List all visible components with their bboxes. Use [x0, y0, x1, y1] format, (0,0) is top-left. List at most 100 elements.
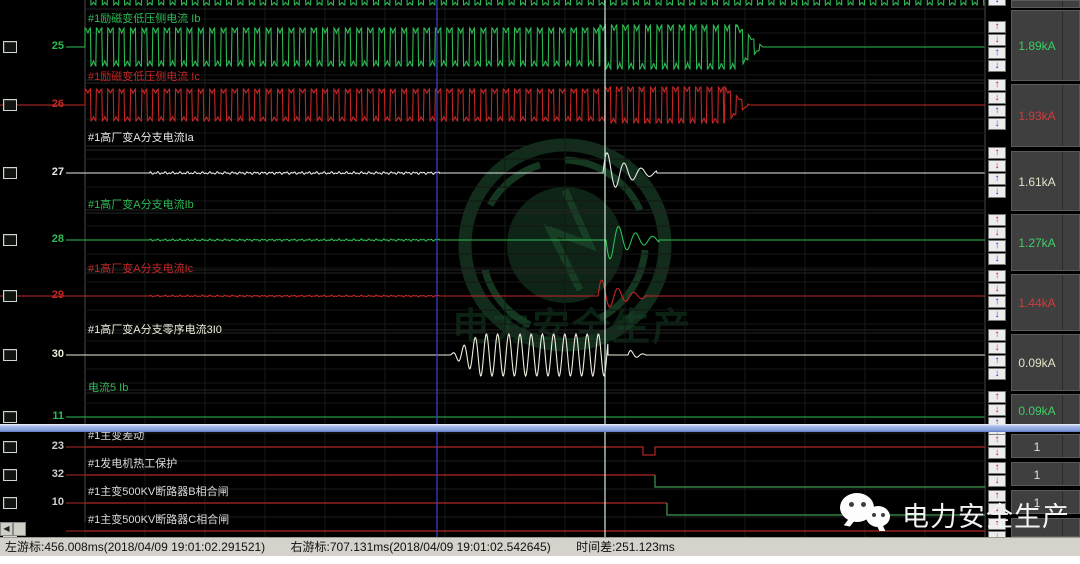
- amp-up-button[interactable]: ↑: [988, 214, 1006, 226]
- channel-value-row-top-partial: [1011, 0, 1080, 8]
- channel-number-32: 32: [26, 468, 64, 480]
- amp-up-button[interactable]: ↑: [988, 21, 1006, 33]
- amp-up-button[interactable]: ↑: [988, 79, 1006, 91]
- move-down-button[interactable]: ↓: [988, 60, 1006, 72]
- scroll-left-button[interactable]: ◀: [0, 522, 13, 536]
- channel-buttons-top-partial: ↓: [988, 0, 1008, 8]
- channel-value-32: 1: [1012, 463, 1062, 485]
- trace-ch26: [0, 87, 985, 123]
- channel-number-30: 30: [26, 348, 64, 360]
- channel-value-25: 1.89kA: [1012, 11, 1062, 80]
- channel-value-row-25: 1.89kA: [1011, 10, 1080, 81]
- move-up-button[interactable]: ↑: [988, 173, 1006, 185]
- amp-down-button[interactable]: ↓: [988, 160, 1006, 172]
- channel-value-11: 0.09kA: [1012, 395, 1062, 426]
- channel-checkbox-32[interactable]: [3, 469, 17, 481]
- channel-value-row-last: [1011, 518, 1080, 537]
- trace-partial-top: [85, 0, 984, 5]
- channel-checkbox-28[interactable]: [3, 234, 17, 246]
- channel-value-30: 0.09kA: [1012, 335, 1062, 390]
- amp-down-button[interactable]: ↓: [988, 34, 1006, 46]
- channel-buttons-27: ↑↓↑↓: [988, 147, 1008, 200]
- trace-ch25: [66, 25, 984, 69]
- channel-buttons-32: ↑↓: [988, 462, 1008, 489]
- amp-up-button[interactable]: ↑: [988, 147, 1006, 159]
- channel-checkbox-23[interactable]: [3, 441, 17, 453]
- channel-value-row-27: 1.61kA: [1011, 151, 1080, 211]
- amp-down-button[interactable]: ↓: [988, 342, 1006, 354]
- amp-down-button[interactable]: ↓: [988, 92, 1006, 104]
- waveform-plot-area: 电力安全生产 25#1励磁变低压侧电流 Ib↑↓↑↓1.89kA26#1励磁变低…: [0, 0, 1080, 537]
- channel-number-23: 23: [26, 440, 64, 452]
- channel-number-10: 10: [26, 496, 64, 508]
- channel-buttons-30: ↑↓↑↓: [988, 329, 1008, 382]
- channel-checkbox-11[interactable]: [3, 411, 17, 423]
- channel-checkbox-29[interactable]: [3, 290, 17, 302]
- move-up-button[interactable]: ↑: [988, 47, 1006, 59]
- bottom-margin: [0, 556, 1080, 564]
- channel-label-digital-3: #1主变500KV断路器C相合闸: [88, 511, 229, 527]
- channel-label-26: #1励磁变低压侧电流 Ic: [88, 68, 200, 84]
- status-bar: 左游标:456.008ms(2018/04/09 19:01:02.291521…: [0, 537, 1080, 556]
- trace-ch29: [0, 280, 985, 307]
- channel-value-23: 1: [1012, 435, 1062, 457]
- move-down-button[interactable]: ↓: [988, 118, 1006, 130]
- analog-digital-divider: [0, 424, 1080, 432]
- channel-label-27: #1高厂变A分支电流Ia: [88, 129, 194, 145]
- channel-checkbox-10[interactable]: [3, 497, 17, 509]
- amp-down-button[interactable]: ↓: [988, 283, 1006, 295]
- channel-label-digital-2: #1主变500KV断路器B相合闸: [88, 483, 229, 499]
- channel-number-26: 26: [26, 98, 64, 110]
- channel-checkbox-25[interactable]: [3, 41, 17, 53]
- channel-label-30: #1高厂变A分支零序电流3I0: [88, 321, 222, 337]
- channel-label-28: #1高厂变A分支电流Ib: [88, 196, 194, 212]
- channel-value-27: 1.61kA: [1012, 152, 1062, 210]
- channel-buttons-28: ↑↓↑↓: [988, 214, 1008, 267]
- amp-up-button[interactable]: ↑: [988, 391, 1006, 403]
- channel-value-last: [1012, 519, 1062, 536]
- channel-checkbox-30[interactable]: [3, 349, 17, 361]
- fault-recorder-window: 电力安全生产 25#1励磁变低压侧电流 Ib↑↓↑↓1.89kA26#1励磁变低…: [0, 0, 1080, 564]
- move-up-button[interactable]: ↑: [988, 296, 1006, 308]
- move-down-button[interactable]: ↓: [988, 368, 1006, 380]
- move-down-button[interactable]: ↓: [988, 253, 1006, 265]
- amp-up-button[interactable]: ↑: [988, 490, 1006, 502]
- channel-checkbox-26[interactable]: [3, 99, 17, 111]
- trace-digital-10: [667, 503, 985, 515]
- channel-number-28: 28: [26, 233, 64, 245]
- amp-down-button[interactable]: ↓: [988, 503, 1006, 515]
- trace-ch30: [66, 334, 985, 376]
- channel-value-row-26: 1.93kA: [1011, 84, 1080, 147]
- amp-down-button[interactable]: ↓: [988, 475, 1006, 487]
- channel-label-11: 电流5 Ib: [88, 379, 128, 395]
- move-down-button[interactable]: ↓: [988, 309, 1006, 321]
- amp-down-button[interactable]: ↓: [988, 227, 1006, 239]
- amp-down-button[interactable]: ↓: [988, 447, 1006, 459]
- channel-value-29: 1.44kA: [1012, 275, 1062, 330]
- amp-up-button[interactable]: ↑: [988, 329, 1006, 341]
- channel-value-row-29: 1.44kA: [1011, 274, 1080, 331]
- left-cursor-readout: 左游标:456.008ms(2018/04/09 19:01:02.291521…: [5, 540, 265, 554]
- move-up-button[interactable]: ↑: [988, 355, 1006, 367]
- channel-value-row-11: 0.09kA: [1011, 394, 1080, 427]
- channel-number-11: 11: [26, 410, 64, 422]
- amp-up-button[interactable]: ↑: [988, 462, 1006, 474]
- amp-up-button[interactable]: ↑: [988, 434, 1006, 446]
- move-down-button[interactable]: ↓: [988, 0, 1006, 6]
- trace-digital-32: [655, 475, 985, 487]
- move-up-button[interactable]: ↑: [988, 240, 1006, 252]
- scrollbar-thumb[interactable]: [13, 522, 26, 536]
- move-down-button[interactable]: ↓: [988, 186, 1006, 198]
- channel-checkbox-27[interactable]: [3, 167, 17, 179]
- amp-up-button[interactable]: ↑: [988, 518, 1006, 530]
- move-up-button[interactable]: ↑: [988, 105, 1006, 117]
- channel-number-29: 29: [26, 289, 64, 301]
- amp-up-button[interactable]: ↑: [988, 270, 1006, 282]
- channel-value-26: 1.93kA: [1012, 85, 1062, 146]
- horizontal-scrollbar[interactable]: ◀: [0, 522, 26, 537]
- time-diff-readout: 时间差:251.123ms: [576, 540, 675, 554]
- channel-buttons-25: ↑↓↑↓: [988, 21, 1008, 74]
- channel-buttons-10: ↑↓: [988, 490, 1008, 517]
- amp-down-button[interactable]: ↓: [988, 404, 1006, 416]
- trace-ch27: [66, 153, 985, 187]
